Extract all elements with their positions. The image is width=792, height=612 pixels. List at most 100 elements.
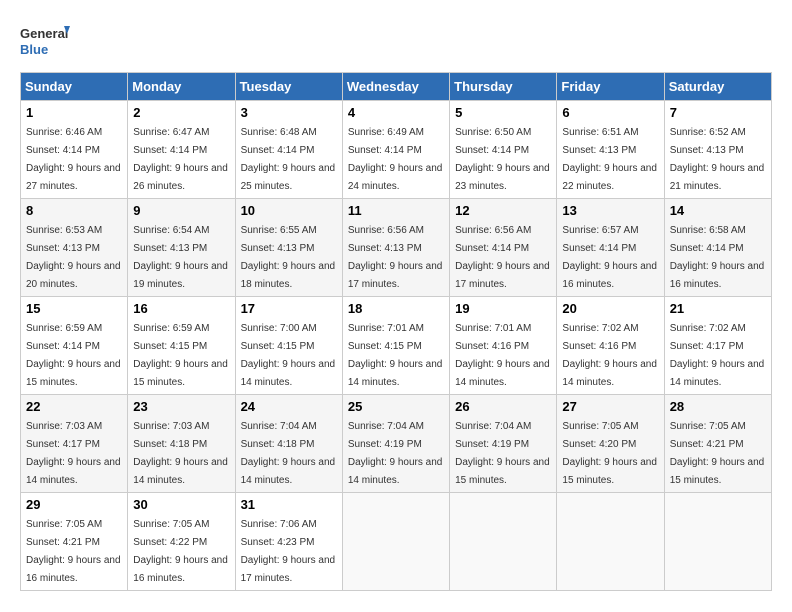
day-number: 4 (348, 105, 444, 120)
day-cell: 24 Sunrise: 7:04 AMSunset: 4:18 PMDaylig… (235, 395, 342, 493)
day-cell: 7 Sunrise: 6:52 AMSunset: 4:13 PMDayligh… (664, 101, 771, 199)
day-cell: 31 Sunrise: 7:06 AMSunset: 4:23 PMDaylig… (235, 493, 342, 591)
page-header: General Blue (20, 20, 772, 62)
calendar-table: SundayMondayTuesdayWednesdayThursdayFrid… (20, 72, 772, 591)
week-row-3: 15 Sunrise: 6:59 AMSunset: 4:14 PMDaylig… (21, 297, 772, 395)
day-number: 21 (670, 301, 766, 316)
day-cell: 26 Sunrise: 7:04 AMSunset: 4:19 PMDaylig… (450, 395, 557, 493)
day-cell (664, 493, 771, 591)
col-header-sunday: Sunday (21, 73, 128, 101)
day-number: 16 (133, 301, 229, 316)
day-cell: 28 Sunrise: 7:05 AMSunset: 4:21 PMDaylig… (664, 395, 771, 493)
day-info: Sunrise: 7:04 AMSunset: 4:19 PMDaylight:… (348, 421, 443, 486)
day-info: Sunrise: 6:52 AMSunset: 4:13 PMDaylight:… (670, 127, 765, 192)
day-number: 29 (26, 497, 122, 512)
day-number: 17 (241, 301, 337, 316)
day-number: 6 (562, 105, 658, 120)
day-cell: 20 Sunrise: 7:02 AMSunset: 4:16 PMDaylig… (557, 297, 664, 395)
day-number: 18 (348, 301, 444, 316)
day-cell: 16 Sunrise: 6:59 AMSunset: 4:15 PMDaylig… (128, 297, 235, 395)
day-info: Sunrise: 6:46 AMSunset: 4:14 PMDaylight:… (26, 127, 121, 192)
logo: General Blue (20, 20, 70, 62)
day-info: Sunrise: 7:04 AMSunset: 4:19 PMDaylight:… (455, 421, 550, 486)
day-number: 15 (26, 301, 122, 316)
day-cell: 12 Sunrise: 6:56 AMSunset: 4:14 PMDaylig… (450, 199, 557, 297)
day-cell: 27 Sunrise: 7:05 AMSunset: 4:20 PMDaylig… (557, 395, 664, 493)
day-info: Sunrise: 6:48 AMSunset: 4:14 PMDaylight:… (241, 127, 336, 192)
day-number: 20 (562, 301, 658, 316)
day-number: 28 (670, 399, 766, 414)
day-info: Sunrise: 6:58 AMSunset: 4:14 PMDaylight:… (670, 225, 765, 290)
day-cell: 13 Sunrise: 6:57 AMSunset: 4:14 PMDaylig… (557, 199, 664, 297)
day-cell: 30 Sunrise: 7:05 AMSunset: 4:22 PMDaylig… (128, 493, 235, 591)
day-info: Sunrise: 6:49 AMSunset: 4:14 PMDaylight:… (348, 127, 443, 192)
day-number: 23 (133, 399, 229, 414)
day-cell: 6 Sunrise: 6:51 AMSunset: 4:13 PMDayligh… (557, 101, 664, 199)
day-cell: 29 Sunrise: 7:05 AMSunset: 4:21 PMDaylig… (21, 493, 128, 591)
day-info: Sunrise: 6:50 AMSunset: 4:14 PMDaylight:… (455, 127, 550, 192)
day-cell: 17 Sunrise: 7:00 AMSunset: 4:15 PMDaylig… (235, 297, 342, 395)
col-header-wednesday: Wednesday (342, 73, 449, 101)
day-number: 13 (562, 203, 658, 218)
logo-svg: General Blue (20, 20, 70, 62)
day-info: Sunrise: 7:05 AMSunset: 4:22 PMDaylight:… (133, 519, 228, 584)
col-header-monday: Monday (128, 73, 235, 101)
day-info: Sunrise: 6:47 AMSunset: 4:14 PMDaylight:… (133, 127, 228, 192)
col-header-tuesday: Tuesday (235, 73, 342, 101)
day-info: Sunrise: 6:56 AMSunset: 4:13 PMDaylight:… (348, 225, 443, 290)
day-info: Sunrise: 6:51 AMSunset: 4:13 PMDaylight:… (562, 127, 657, 192)
day-info: Sunrise: 6:56 AMSunset: 4:14 PMDaylight:… (455, 225, 550, 290)
day-cell: 14 Sunrise: 6:58 AMSunset: 4:14 PMDaylig… (664, 199, 771, 297)
day-info: Sunrise: 7:03 AMSunset: 4:17 PMDaylight:… (26, 421, 121, 486)
col-header-thursday: Thursday (450, 73, 557, 101)
day-info: Sunrise: 6:55 AMSunset: 4:13 PMDaylight:… (241, 225, 336, 290)
day-number: 14 (670, 203, 766, 218)
svg-text:Blue: Blue (20, 42, 48, 57)
day-cell: 1 Sunrise: 6:46 AMSunset: 4:14 PMDayligh… (21, 101, 128, 199)
day-number: 27 (562, 399, 658, 414)
day-info: Sunrise: 6:57 AMSunset: 4:14 PMDaylight:… (562, 225, 657, 290)
day-info: Sunrise: 7:00 AMSunset: 4:15 PMDaylight:… (241, 323, 336, 388)
day-number: 19 (455, 301, 551, 316)
day-cell: 21 Sunrise: 7:02 AMSunset: 4:17 PMDaylig… (664, 297, 771, 395)
day-number: 31 (241, 497, 337, 512)
day-number: 30 (133, 497, 229, 512)
day-number: 3 (241, 105, 337, 120)
day-info: Sunrise: 6:53 AMSunset: 4:13 PMDaylight:… (26, 225, 121, 290)
day-cell: 11 Sunrise: 6:56 AMSunset: 4:13 PMDaylig… (342, 199, 449, 297)
day-info: Sunrise: 7:05 AMSunset: 4:21 PMDaylight:… (26, 519, 121, 584)
week-row-4: 22 Sunrise: 7:03 AMSunset: 4:17 PMDaylig… (21, 395, 772, 493)
day-number: 26 (455, 399, 551, 414)
col-header-saturday: Saturday (664, 73, 771, 101)
day-cell (342, 493, 449, 591)
day-number: 22 (26, 399, 122, 414)
week-row-1: 1 Sunrise: 6:46 AMSunset: 4:14 PMDayligh… (21, 101, 772, 199)
day-number: 9 (133, 203, 229, 218)
day-cell: 9 Sunrise: 6:54 AMSunset: 4:13 PMDayligh… (128, 199, 235, 297)
day-cell: 8 Sunrise: 6:53 AMSunset: 4:13 PMDayligh… (21, 199, 128, 297)
day-number: 1 (26, 105, 122, 120)
day-cell: 15 Sunrise: 6:59 AMSunset: 4:14 PMDaylig… (21, 297, 128, 395)
day-cell: 2 Sunrise: 6:47 AMSunset: 4:14 PMDayligh… (128, 101, 235, 199)
day-cell: 22 Sunrise: 7:03 AMSunset: 4:17 PMDaylig… (21, 395, 128, 493)
day-number: 5 (455, 105, 551, 120)
day-cell: 4 Sunrise: 6:49 AMSunset: 4:14 PMDayligh… (342, 101, 449, 199)
day-info: Sunrise: 6:59 AMSunset: 4:14 PMDaylight:… (26, 323, 121, 388)
day-cell: 25 Sunrise: 7:04 AMSunset: 4:19 PMDaylig… (342, 395, 449, 493)
svg-text:General: General (20, 26, 68, 41)
day-info: Sunrise: 6:54 AMSunset: 4:13 PMDaylight:… (133, 225, 228, 290)
day-cell: 10 Sunrise: 6:55 AMSunset: 4:13 PMDaylig… (235, 199, 342, 297)
header-row: SundayMondayTuesdayWednesdayThursdayFrid… (21, 73, 772, 101)
day-info: Sunrise: 7:01 AMSunset: 4:16 PMDaylight:… (455, 323, 550, 388)
day-number: 2 (133, 105, 229, 120)
col-header-friday: Friday (557, 73, 664, 101)
day-info: Sunrise: 7:02 AMSunset: 4:16 PMDaylight:… (562, 323, 657, 388)
day-info: Sunrise: 7:05 AMSunset: 4:20 PMDaylight:… (562, 421, 657, 486)
day-info: Sunrise: 7:04 AMSunset: 4:18 PMDaylight:… (241, 421, 336, 486)
day-number: 11 (348, 203, 444, 218)
day-cell (557, 493, 664, 591)
day-info: Sunrise: 7:01 AMSunset: 4:15 PMDaylight:… (348, 323, 443, 388)
day-cell (450, 493, 557, 591)
week-row-5: 29 Sunrise: 7:05 AMSunset: 4:21 PMDaylig… (21, 493, 772, 591)
day-number: 8 (26, 203, 122, 218)
